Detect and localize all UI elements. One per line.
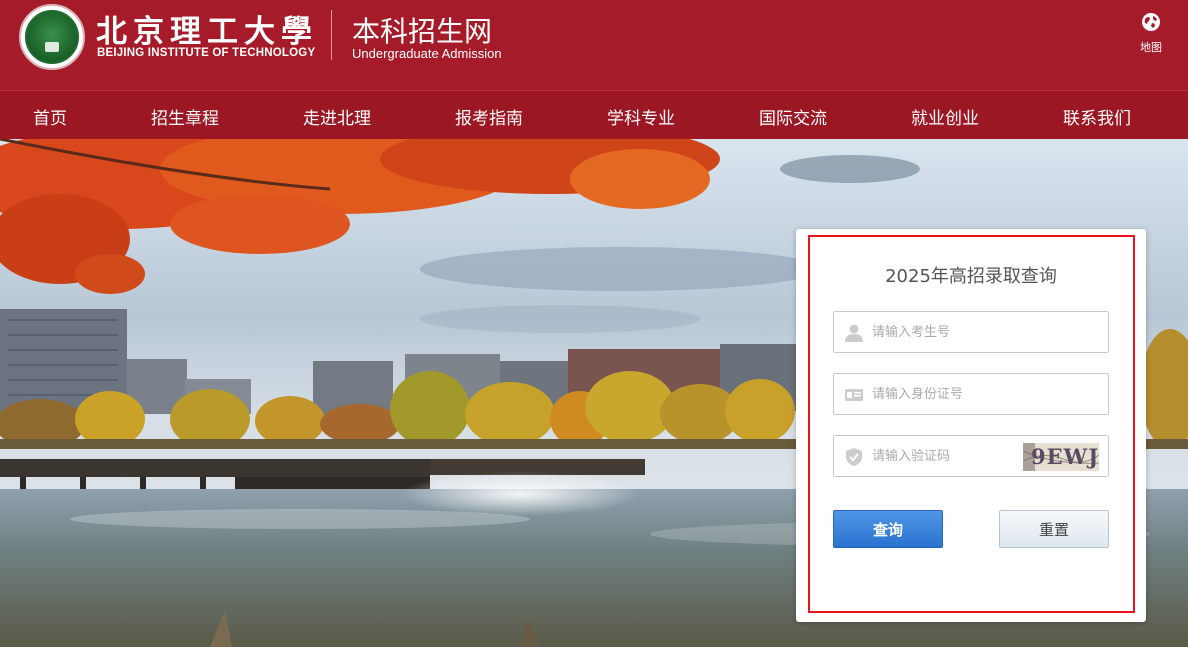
nav-item-career[interactable]: 就业创业 [911,104,979,129]
brand-divider [331,10,332,60]
nav-item-admission-rules[interactable]: 招生章程 [151,104,219,129]
main-nav: 首页 招生章程 走进北理 报考指南 学科专业 国际交流 就业创业 联系我们 [0,90,1188,139]
id-number-field[interactable] [833,373,1109,415]
query-button[interactable]: 查询 [833,510,943,548]
user-icon [845,324,863,342]
captcha-text: 9EWJ [1031,444,1099,469]
university-name-en: BEIJING INSTITUTE OF TECHNOLOGY [97,47,316,59]
query-title: 2025年高招录取查询 [885,266,1057,287]
map-label: 地图 [1140,41,1162,54]
site-header: 北京理工大學 BEIJING INSTITUTE OF TECHNOLOGY 本… [0,0,1188,90]
nav-item-about[interactable]: 走进北理 [303,104,371,129]
id-card-icon [845,389,863,401]
admission-query-card: 2025年高招录取查询 9EWJ 查 [796,229,1146,622]
candidate-number-field[interactable] [833,311,1109,353]
id-number-input[interactable] [872,374,1022,414]
shield-icon [846,448,862,466]
map-link[interactable]: 地图 [1136,12,1166,55]
nav-item-international[interactable]: 国际交流 [759,104,827,129]
nav-item-home[interactable]: 首页 [33,104,67,129]
nav-item-guide[interactable]: 报考指南 [455,104,523,129]
reset-button[interactable]: 重置 [999,510,1109,548]
captcha-input[interactable] [872,436,1022,476]
highlight-frame [808,235,1135,613]
nav-item-majors[interactable]: 学科专业 [607,104,675,129]
site-title-en: Undergraduate Admission [352,46,502,61]
university-seal-logo[interactable] [19,4,85,70]
candidate-number-input[interactable] [872,312,1022,352]
globe-icon [1142,13,1160,31]
captcha-field[interactable]: 9EWJ [833,435,1109,477]
site-title-cn: 本科招生网 [352,15,493,48]
captcha-image[interactable]: 9EWJ [1023,443,1099,471]
university-name-cn: 北京理工大學 [96,14,318,50]
nav-item-contact[interactable]: 联系我们 [1063,104,1131,129]
